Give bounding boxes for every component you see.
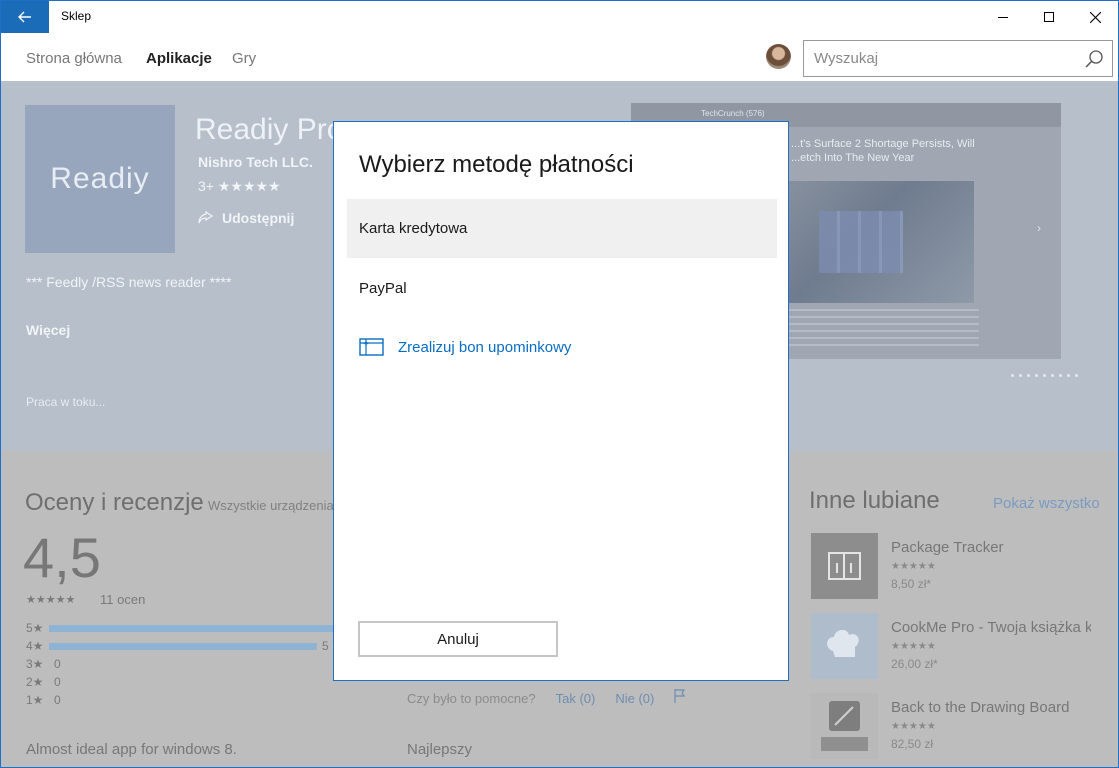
- related-app-stars: ★★★★★: [891, 721, 936, 732]
- related-app-price: 82,50 zł: [891, 737, 934, 751]
- screenshot-tab-label: TechCrunch (576): [701, 109, 765, 118]
- search-input[interactable]: [804, 41, 1074, 76]
- dialog-title: Wybierz metodę płatności: [359, 151, 634, 178]
- rating-bar: [49, 643, 317, 650]
- share-button[interactable]: Udostępnij: [198, 210, 294, 226]
- app-logo: Readiy: [25, 105, 175, 253]
- redeem-gift-card-link[interactable]: Zrealizuj bon upominkowy: [359, 338, 571, 356]
- payment-method-dialog: Wybierz metodę płatności Karta kredytowa…: [333, 121, 789, 681]
- pager-dot[interactable]: [1051, 374, 1054, 377]
- related-app-price: 8,50 zł*: [891, 577, 932, 591]
- screenshot-photo: [789, 181, 974, 303]
- rating-bar: [49, 625, 339, 632]
- pager-dot[interactable]: [1011, 374, 1014, 377]
- helpful-no-link[interactable]: Nie (0): [615, 691, 654, 706]
- screenshot-text-block: [789, 309, 979, 349]
- option-credit-card[interactable]: Karta kredytowa: [347, 199, 777, 258]
- screenshot-headline: ...t's Surface 2 Shortage Persists, Will…: [791, 138, 975, 164]
- cookme-thumbnail: [811, 613, 878, 679]
- minimize-icon: [998, 16, 1008, 18]
- nav-bar: Strona główna Aplikacje Gry: [1, 33, 1118, 81]
- progress-status: Praca w toku...: [26, 395, 106, 409]
- average-rating: 4,5: [23, 526, 101, 589]
- title-bar: Sklep: [1, 1, 1118, 33]
- maximize-button[interactable]: [1026, 1, 1072, 33]
- rating-row-label: 4★: [26, 639, 44, 653]
- chevron-right-icon[interactable]: ›: [1037, 221, 1041, 235]
- pager-dot[interactable]: [1075, 374, 1078, 377]
- screenshot-pager[interactable]: [1011, 374, 1078, 377]
- avatar[interactable]: [766, 44, 791, 69]
- drawing-board-thumbnail: [811, 693, 878, 759]
- rating-row-count: 0: [54, 657, 61, 671]
- review-title: Najlepszy: [407, 741, 473, 758]
- helpful-question: Czy było to pomocne?: [407, 691, 536, 706]
- back-button[interactable]: [1, 1, 49, 33]
- close-icon: [1089, 11, 1101, 23]
- related-app-stars: ★★★★★: [891, 561, 936, 572]
- related-app-name: Back to the Drawing Board: [891, 699, 1070, 716]
- related-app-item[interactable]: Package Tracker ★★★★★ 8,50 zł*: [811, 533, 1101, 601]
- drawing-board-icon: [821, 701, 868, 751]
- search-icon[interactable]: [1084, 49, 1104, 69]
- helpful-row: Czy było to pomocne? Tak (0) Nie (0): [407, 691, 654, 706]
- package-icon: [828, 552, 861, 580]
- pager-dot[interactable]: [1067, 374, 1070, 377]
- related-app-price: 26,00 zł*: [891, 657, 938, 671]
- back-arrow-icon: [18, 11, 31, 23]
- share-icon: [198, 211, 214, 224]
- pager-dot[interactable]: [1043, 374, 1046, 377]
- app-publisher[interactable]: Nishro Tech LLC.: [198, 154, 313, 170]
- app-age-rating: 3+ ★★★★★: [198, 178, 281, 194]
- close-button[interactable]: [1072, 1, 1118, 33]
- flag-icon[interactable]: [674, 689, 686, 703]
- search-box: [803, 40, 1113, 77]
- chef-hat-icon: [827, 629, 859, 657]
- helpful-yes-link[interactable]: Tak (0): [556, 691, 596, 706]
- redeem-label: Zrealizuj bon upominkowy: [398, 338, 572, 356]
- show-all-link[interactable]: Pokaż wszystko: [993, 495, 1100, 512]
- gift-card-icon: [359, 338, 384, 356]
- app-description: *** Feedly /RSS news reader ****: [26, 274, 232, 290]
- others-heading: Inne lubiane: [809, 487, 940, 514]
- option-paypal[interactable]: PayPal: [347, 259, 777, 318]
- rating-row-count: 5: [322, 639, 329, 653]
- more-link[interactable]: Więcej: [26, 322, 70, 338]
- tablet-tiles-image: [819, 211, 903, 273]
- pager-dot[interactable]: [1019, 374, 1022, 377]
- package-tracker-thumbnail: [811, 533, 878, 599]
- related-app-name: Package Tracker: [891, 539, 1004, 556]
- tab-home[interactable]: Strona główna: [26, 50, 122, 67]
- rating-row-label: 1★: [26, 693, 44, 707]
- cancel-button[interactable]: Anuluj: [358, 621, 558, 657]
- pager-dot[interactable]: [1027, 374, 1030, 377]
- related-app-name: CookMe Pro - Twoja książka k: [891, 619, 1091, 636]
- tab-apps[interactable]: Aplikacje: [146, 50, 212, 67]
- rating-count: 11 ocen: [100, 592, 146, 607]
- pager-dot[interactable]: [1059, 374, 1062, 377]
- tab-games[interactable]: Gry: [232, 50, 256, 67]
- related-app-item[interactable]: CookMe Pro - Twoja książka k ★★★★★ 26,00…: [811, 613, 1101, 681]
- maximize-icon: [1044, 12, 1054, 22]
- store-window: Sklep Strona główna Aplikacje Gry Readiy…: [0, 0, 1119, 768]
- rating-row-label: 5★: [26, 621, 44, 635]
- pager-dot[interactable]: [1035, 374, 1038, 377]
- review-title: Almost ideal app for windows 8.: [26, 741, 237, 758]
- reviews-heading: Oceny i recenzje: [25, 489, 204, 516]
- minimize-button[interactable]: [980, 1, 1026, 33]
- share-label: Udostępnij: [222, 210, 295, 226]
- window-title: Sklep: [61, 9, 92, 23]
- rating-row-label: 3★: [26, 657, 44, 671]
- reviews-filter[interactable]: Wszystkie urządzenia: [208, 498, 334, 513]
- related-app-stars: ★★★★★: [891, 641, 936, 652]
- app-title: Readiy Pro: [195, 113, 344, 146]
- rating-row-count: 0: [54, 675, 61, 689]
- rating-row-count: 0: [54, 693, 61, 707]
- related-app-item[interactable]: Back to the Drawing Board ★★★★★ 82,50 zł: [811, 693, 1101, 761]
- average-stars: ★★★★★: [26, 594, 76, 606]
- rating-row-label: 2★: [26, 675, 44, 689]
